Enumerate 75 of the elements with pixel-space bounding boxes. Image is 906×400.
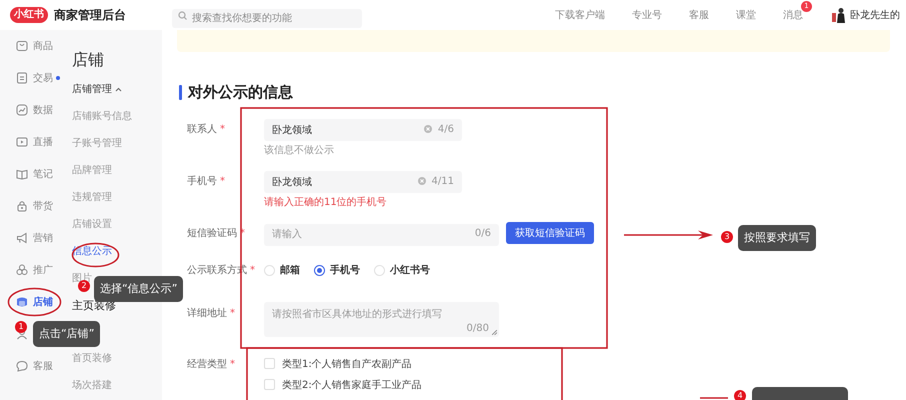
char-counter: 0/80 [466,323,489,334]
radio-button[interactable] [314,264,325,276]
chat-icon [16,360,28,372]
sidebar-item[interactable]: 商品 [0,30,60,62]
step-badge: 4 [734,390,746,400]
callout-tooltip: 按照要求填写 [738,225,816,251]
callout-tooltip: 选择“信息公示” [94,276,184,302]
menu-item[interactable]: 首页装修 [72,352,112,365]
option-label[interactable]: 手机号 [330,263,360,277]
sidebar-item[interactable]: 笔记 [0,158,60,190]
menu-group[interactable]: 店铺管理 [72,82,112,96]
sidebar-item[interactable]: 数据 [0,94,60,126]
user-name[interactable]: 卧龙先生的 [850,8,900,22]
sidebar-item[interactable]: 推广 [0,254,60,286]
sidebar-item[interactable]: 店铺 [0,286,60,318]
resize-icon [492,330,497,335]
menu-item[interactable]: 场次搭建 [72,379,112,392]
menu-item[interactable]: 店铺账号信息 [72,110,132,123]
nav-link[interactable]: 专业号 [632,8,662,22]
sidebar-item[interactable]: 客服 [0,350,60,382]
megaphone-icon [16,232,28,244]
circles-icon [16,264,28,276]
char-counter: 4/11 [432,176,454,186]
logo[interactable]: 小红书 [10,7,48,23]
book-icon [16,168,28,180]
sidebar-item[interactable]: 交易 [0,62,60,94]
sidebar-item[interactable]: 直播 [0,126,60,158]
hint-text: 该信息不做公示 [264,144,335,158]
nav-link[interactable]: 课堂 [736,8,756,22]
receipt-icon [16,72,28,84]
app-title: 商家管理后台 [54,6,126,24]
highlight-ellipse [71,242,120,268]
option-label[interactable]: 类型1:个人销售自产农副产品 [282,356,412,370]
accent-bar [179,84,182,100]
nav-link[interactable]: 消息 [783,8,803,22]
search-icon [178,10,187,20]
required-mark: * [220,174,225,188]
nav-link[interactable]: 下载客户端 [555,8,605,22]
step-badge: 3 [721,231,733,243]
field-label: 联系人 [187,122,217,136]
avatar-icon [832,7,846,23]
field-label: 经营类型 [187,358,227,370]
play-icon [16,136,28,148]
send-code-button[interactable]: 获取短信验证码 [506,222,594,244]
chart-icon [16,104,28,116]
required-mark: * [230,358,235,370]
menu-item[interactable]: 子账号管理 [72,137,122,150]
option-label[interactable]: 类型2:个人销售家庭手工业产品 [282,378,422,392]
field-label: 短信验证码 [187,226,237,240]
bag-icon [16,40,28,52]
char-counter: 4/6 [438,124,454,134]
highlight-ellipse [7,287,62,317]
checkbox[interactable] [264,379,275,390]
sidebar-item[interactable]: 营销 [0,222,60,254]
field-label: 手机号 [187,174,217,188]
required-mark: * [250,264,255,276]
section-title: 店铺 [72,49,105,71]
option-label[interactable]: 小红书号 [390,263,430,277]
search-field[interactable]: 搜索查找你想要的功能 [172,8,362,28]
store-icon [16,296,28,308]
required-mark: * [220,122,225,136]
char-counter: 0/6 [474,228,491,238]
error-text: 请输入正确的11位的手机号 [264,196,388,210]
menu-item[interactable]: 违规管理 [72,191,112,204]
menu-item[interactable]: 品牌管理 [72,164,112,177]
required-mark: * [230,306,235,320]
nav-link[interactable]: 客服 [689,8,709,22]
checkbox[interactable] [264,358,275,369]
lock-icon [16,200,28,212]
menu-item[interactable]: 店铺设置 [72,218,112,231]
field-label: 详细地址 [187,306,227,320]
callout-tooltip: 点击“店铺” [33,321,100,347]
sidebar-item[interactable]: 带货 [0,190,60,222]
form-title: 对外公示的信息 [188,82,293,102]
option-label[interactable]: 邮箱 [280,263,300,277]
